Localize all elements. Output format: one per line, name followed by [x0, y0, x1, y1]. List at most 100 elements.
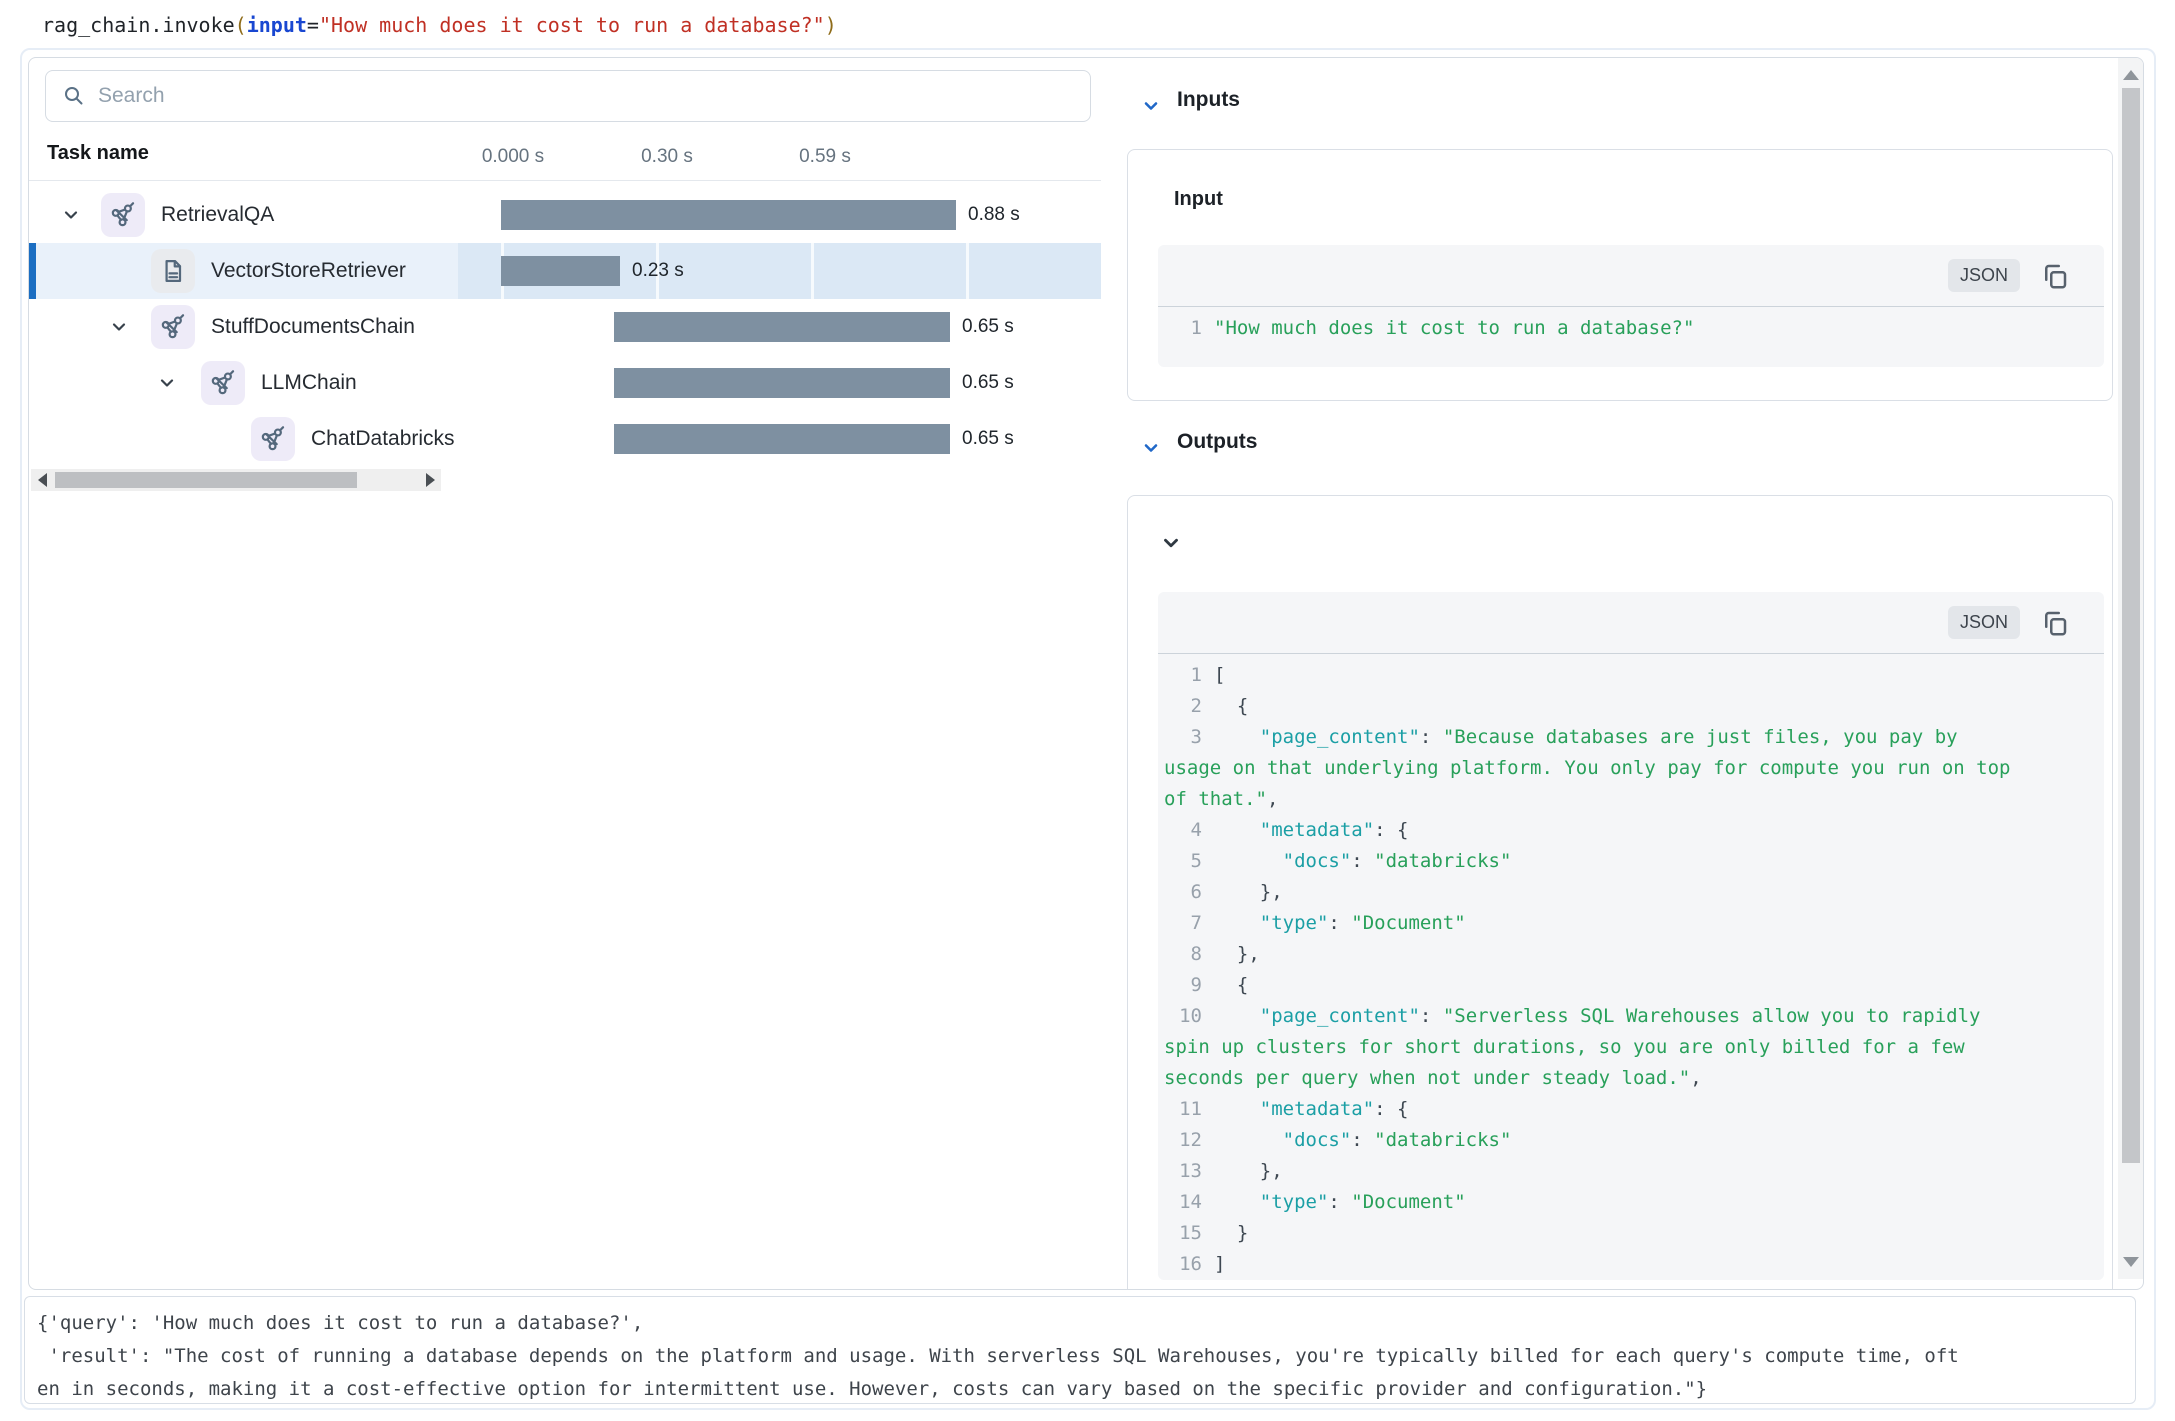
- duration-bar: [501, 256, 620, 286]
- line-number: 10: [1158, 1001, 1214, 1032]
- task-row-RetrievalQA[interactable]: RetrievalQA 0.88 s: [29, 187, 1101, 243]
- json-line: 10 "page_content": "Serverless SQL Wareh…: [1158, 1001, 2104, 1032]
- scroll-down-arrow[interactable]: [2118, 1249, 2144, 1275]
- code-token: (: [235, 13, 247, 37]
- document-icon: [151, 249, 195, 293]
- json-wrapped-line: usage on that underlying platform. You o…: [1158, 753, 2104, 784]
- json-line: 2 {: [1158, 691, 2104, 722]
- json-wrapped-line: seconds per query when not under steady …: [1158, 1063, 2104, 1094]
- task-row-LLMChain[interactable]: LLMChain 0.65 s: [29, 355, 1101, 411]
- scroll-left-arrow[interactable]: [31, 469, 53, 491]
- search-input[interactable]: [98, 84, 998, 108]
- duration-label: 0.65 s: [962, 411, 1014, 467]
- input-json-badge[interactable]: JSON: [1948, 259, 2020, 292]
- line-number: 7: [1158, 908, 1214, 939]
- inputs-collapse-chevron-icon[interactable]: [1141, 96, 1161, 116]
- timeline-tick-label: 0.000 s: [458, 146, 568, 168]
- chain-icon: [151, 305, 195, 349]
- line-number: 9: [1158, 970, 1214, 1001]
- json-line: 8 },: [1158, 939, 2104, 970]
- task-name-column-header: Task name: [47, 142, 149, 165]
- output-item-collapse-chevron-icon[interactable]: [1160, 532, 1182, 554]
- timeline-tick-label: 0.59 s: [770, 146, 880, 168]
- result-text-line: en in seconds, making it a cost-effectiv…: [37, 1373, 2123, 1406]
- inputs-section-title: Inputs: [1177, 88, 1240, 112]
- horizontal-scrollbar-thumb[interactable]: [55, 472, 357, 488]
- json-line: 14 "type": "Document": [1158, 1187, 2104, 1218]
- task-row-StuffDocumentsChain[interactable]: StuffDocumentsChain 0.65 s: [29, 299, 1101, 355]
- result-text-line: 'result': "The cost of running a databas…: [37, 1340, 2123, 1373]
- search-icon: [62, 84, 86, 108]
- code-token: "How much does it cost to run a database…: [319, 13, 825, 37]
- json-line: 12 "docs": "databricks": [1158, 1125, 2104, 1156]
- task-label: RetrievalQA: [161, 187, 274, 243]
- result-text-line: {'query': 'How much does it cost to run …: [37, 1307, 2123, 1340]
- json-wrapped-line: spin up clusters for short durations, so…: [1158, 1032, 2104, 1063]
- line-number: 3: [1158, 722, 1214, 753]
- task-name-cell: VectorStoreRetriever: [29, 243, 458, 299]
- line-number: 5: [1158, 846, 1214, 877]
- expand-chevron-icon[interactable]: [157, 373, 177, 393]
- json-line: 5 "docs": "databricks": [1158, 846, 2104, 877]
- expand-chevron-icon[interactable]: [109, 317, 129, 337]
- line-number: 1: [1158, 313, 1214, 344]
- cell-output-text: {'query': 'How much does it cost to run …: [24, 1296, 2136, 1404]
- task-name-cell: LLMChain: [29, 355, 458, 411]
- inputs-card: Input JSON 1"How much does it cost to ru…: [1127, 149, 2113, 401]
- json-line: 11 "metadata": {: [1158, 1094, 2104, 1125]
- line-number: 16: [1158, 1249, 1214, 1280]
- task-name-cell: StuffDocumentsChain: [29, 299, 458, 355]
- horizontal-scrollbar[interactable]: [31, 469, 441, 491]
- task-label: VectorStoreRetriever: [211, 243, 406, 299]
- expand-chevron-icon[interactable]: [61, 205, 81, 225]
- json-line: 16]: [1158, 1249, 2104, 1280]
- input-copy-icon[interactable]: [2040, 261, 2070, 291]
- chain-icon: [201, 361, 245, 405]
- task-label: StuffDocumentsChain: [211, 299, 415, 355]
- duration-bar: [614, 368, 950, 398]
- line-number: 1: [1158, 660, 1214, 691]
- task-row-VectorStoreRetriever[interactable]: VectorStoreRetriever 0.23 s: [29, 243, 1101, 299]
- input-field-label: Input: [1174, 188, 1223, 211]
- line-number: 13: [1158, 1156, 1214, 1187]
- code-cell-line: rag_chain.invoke(input="How much does it…: [42, 10, 837, 40]
- line-number: 2: [1158, 691, 1214, 722]
- outputs-card: JSON 1[2 {3 "page_content": "Because dat…: [1127, 495, 2113, 1290]
- task-row-ChatDatabricks[interactable]: ChatDatabricks 0.65 s: [29, 411, 1101, 467]
- json-line: 6 },: [1158, 877, 2104, 908]
- code-token: input: [247, 13, 307, 37]
- line-number: 14: [1158, 1187, 1214, 1218]
- code-token: =: [307, 13, 319, 37]
- json-line: 3 "page_content": "Because databases are…: [1158, 722, 2104, 753]
- vertical-scrollbar[interactable]: [2118, 58, 2144, 1279]
- outputs-collapse-chevron-icon[interactable]: [1141, 438, 1161, 458]
- duration-label: 0.88 s: [968, 187, 1020, 243]
- task-label: LLMChain: [261, 355, 357, 411]
- scroll-right-arrow[interactable]: [419, 469, 441, 491]
- vertical-scrollbar-thumb[interactable]: [2122, 88, 2140, 1163]
- line-number: 12: [1158, 1125, 1214, 1156]
- timeline-gridline: [966, 243, 969, 299]
- line-number: 8: [1158, 939, 1214, 970]
- json-line: 13 },: [1158, 1156, 2104, 1187]
- header-divider: [29, 180, 1101, 181]
- duration-bar: [614, 424, 950, 454]
- chain-icon: [251, 417, 295, 461]
- duration-label: 0.65 s: [962, 355, 1014, 411]
- search-box[interactable]: [45, 70, 1091, 122]
- output-json-block: JSON 1[2 {3 "page_content": "Because dat…: [1158, 592, 2104, 1280]
- scroll-up-arrow[interactable]: [2118, 62, 2144, 88]
- output-json-badge[interactable]: JSON: [1948, 606, 2020, 639]
- duration-label: 0.65 s: [962, 299, 1014, 355]
- task-name-cell: RetrievalQA: [29, 187, 458, 243]
- duration-label: 0.23 s: [632, 243, 684, 299]
- timeline-gridline: [811, 243, 814, 299]
- json-line: 7 "type": "Document": [1158, 908, 2104, 939]
- notebook-cell: rag_chain.invoke(input="How much does it…: [0, 0, 2175, 1421]
- line-number: 6: [1158, 877, 1214, 908]
- output-copy-icon[interactable]: [2040, 608, 2070, 638]
- task-label: ChatDatabricks: [311, 411, 455, 467]
- outputs-section-title: Outputs: [1177, 430, 1257, 454]
- code-token: rag_chain.invoke: [42, 13, 235, 37]
- line-number: 4: [1158, 815, 1214, 846]
